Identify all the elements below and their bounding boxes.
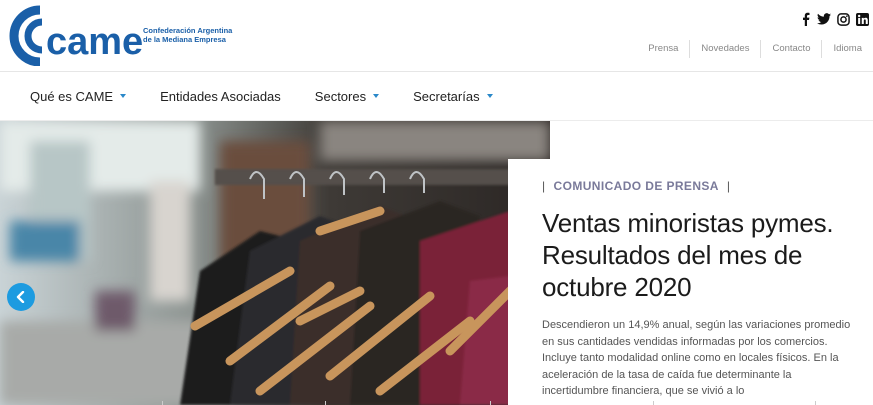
linkedin-icon[interactable] [855, 12, 869, 26]
site-header: came Confederación Argentina de la Media… [0, 0, 873, 72]
brand-subtitle-line2: de la Mediana Empresa [143, 35, 226, 44]
bottom-dividers [0, 401, 873, 405]
caret-down-icon [120, 94, 127, 98]
slider-prev-button[interactable] [7, 283, 35, 311]
nav-item-sectores[interactable]: Sectores [314, 88, 380, 104]
category-label[interactable]: | COMUNICADO DE PRENSA | [542, 179, 859, 193]
nav-item-entidades-asociadas[interactable]: Entidades Asociadas [160, 89, 281, 104]
toplink-prensa[interactable]: Prensa [637, 40, 689, 58]
divider [325, 401, 326, 405]
svg-text:came: came [46, 21, 143, 63]
article-headline[interactable]: Ventas minoristas pymes. Resultados del … [542, 207, 859, 303]
hero-card: | COMUNICADO DE PRENSA | Ventas minorist… [508, 159, 873, 405]
twitter-icon[interactable] [817, 12, 831, 26]
nav-item-label: Sectores [314, 88, 367, 104]
hero-image-clothing-rack [0, 121, 550, 405]
nav-item-label: Entidades Asociadas [160, 88, 281, 104]
chevron-left-icon [16, 291, 25, 303]
caret-down-icon [373, 94, 380, 98]
facebook-icon[interactable] [798, 12, 812, 26]
kicker-divider: | [726, 179, 731, 193]
main-nav: Qué es CAME Entidades Asociadas Sectores… [0, 72, 873, 121]
divider [815, 401, 816, 405]
article-excerpt: Descendieron un 14,9% anual, según las v… [542, 319, 851, 397]
brand-subtitle: Confederación Argentina de la Mediana Em… [143, 26, 232, 44]
divider [490, 401, 491, 405]
divider [162, 401, 163, 405]
nav-item-label: Qué es CAME [30, 88, 114, 104]
toplink-contacto[interactable]: Contacto [760, 40, 821, 58]
kicker-text: COMUNICADO DE PRENSA [553, 179, 719, 193]
nav-item-secretarias[interactable]: Secretarías [413, 88, 493, 104]
hero-slider: | COMUNICADO DE PRENSA | Ventas minorist… [0, 121, 873, 405]
brand-subtitle-line1: Confederación Argentina [143, 26, 233, 35]
caret-down-icon [486, 94, 493, 98]
divider [653, 401, 654, 405]
social-links [798, 12, 869, 26]
toplink-idioma[interactable]: Idioma [821, 40, 873, 58]
toplink-novedades[interactable]: Novedades [689, 40, 760, 58]
top-links: Prensa Novedades Contacto Idioma [637, 40, 873, 58]
nav-item-label: Secretarías [413, 88, 480, 104]
instagram-icon[interactable] [836, 12, 850, 26]
kicker-divider: | [542, 179, 546, 193]
nav-item-que-es-came[interactable]: Qué es CAME [30, 88, 127, 104]
